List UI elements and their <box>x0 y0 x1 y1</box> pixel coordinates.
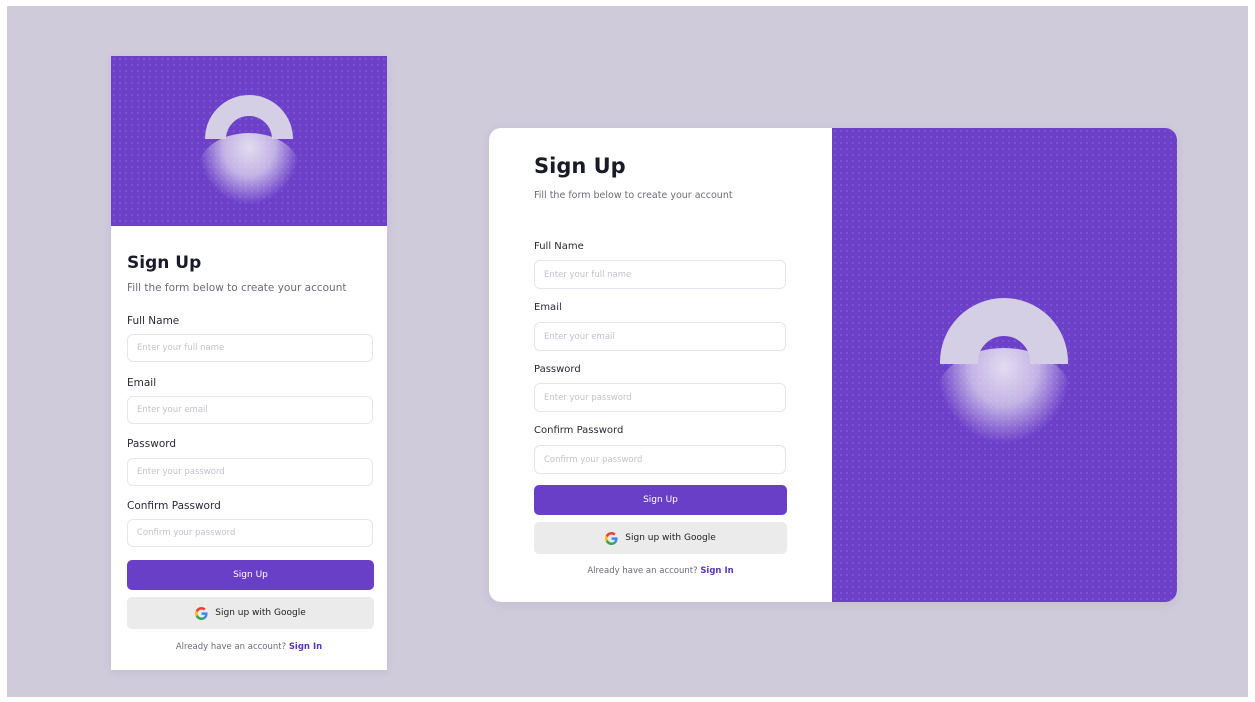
confirm-password-label: Confirm Password <box>127 500 221 512</box>
page-subtitle: Fill the form below to create your accou… <box>534 190 733 201</box>
password-input[interactable] <box>534 383 786 412</box>
full-name-label: Full Name <box>127 315 180 327</box>
password-label: Password <box>534 364 581 375</box>
full-name-label: Full Name <box>534 241 584 252</box>
mobile-hero-panel <box>111 56 387 226</box>
arc-decoration-icon <box>194 95 304 205</box>
mobile-signup-card: Sign Up Fill the form below to create yo… <box>111 56 387 670</box>
sign-in-link[interactable]: Sign In <box>289 642 322 652</box>
google-sign-up-button[interactable]: Sign up with Google <box>534 522 787 554</box>
sign-in-link[interactable]: Sign In <box>700 566 733 576</box>
full-name-input[interactable] <box>127 334 373 362</box>
canvas-background: Sign Up Fill the form below to create yo… <box>7 6 1248 697</box>
signin-prompt: Already have an account? Sign In <box>489 566 832 576</box>
google-sign-up-button[interactable]: Sign up with Google <box>127 597 374 629</box>
password-input[interactable] <box>127 458 373 486</box>
google-g-icon <box>605 531 618 545</box>
sign-up-button-label: Sign Up <box>643 495 678 505</box>
confirm-password-label: Confirm Password <box>534 425 624 436</box>
signin-prompt-text: Already have an account? <box>175 642 287 652</box>
page-title: Sign Up <box>534 154 626 178</box>
google-button-label: Sign up with Google <box>215 608 306 618</box>
page-title: Sign Up <box>127 253 202 273</box>
email-label: Email <box>127 377 157 389</box>
full-name-input[interactable] <box>534 260 786 289</box>
confirm-password-input[interactable] <box>127 519 373 547</box>
signin-prompt-text: Already have an account? <box>587 566 698 576</box>
page-subtitle: Fill the form below to create your accou… <box>127 282 347 294</box>
google-g-icon <box>195 606 208 620</box>
email-input[interactable] <box>127 396 373 424</box>
desktop-signup-card: Sign Up Fill the form below to create yo… <box>489 128 1177 602</box>
sign-up-button[interactable]: Sign Up <box>127 560 374 590</box>
confirm-password-input[interactable] <box>534 445 786 474</box>
password-label: Password <box>127 438 177 450</box>
sign-up-button[interactable]: Sign Up <box>534 485 787 515</box>
email-label: Email <box>534 302 562 313</box>
arc-decoration-icon <box>934 298 1074 444</box>
google-button-label: Sign up with Google <box>625 533 716 543</box>
sign-up-button-label: Sign Up <box>233 570 268 580</box>
email-input[interactable] <box>534 322 786 351</box>
signin-prompt: Already have an account? Sign In <box>111 642 387 652</box>
desktop-hero-panel <box>832 128 1177 602</box>
